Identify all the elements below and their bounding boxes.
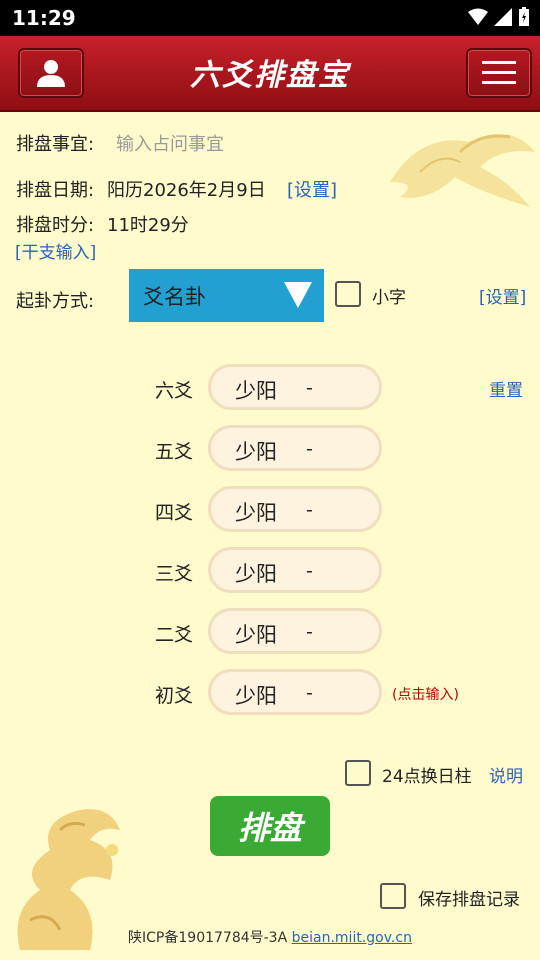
matter-input[interactable]: 输入占问事宜 — [116, 130, 224, 156]
main-content: 排盘事宜: 输入占问事宜 排盘日期: 阳历2026年2月9日 [设置] 排盘时分… — [0, 112, 540, 960]
yao-row: 五爻 少阳 - — [0, 423, 540, 475]
yao-value-field[interactable]: 少阳 - — [208, 608, 382, 654]
day-pillar-label: 24点换日柱 — [382, 767, 472, 787]
yao-value-field[interactable]: 少阳 - — [208, 425, 382, 471]
yao-value-field[interactable]: 少阳 - — [208, 669, 382, 715]
menu-button[interactable] — [466, 48, 532, 98]
yao-name: 三爻 — [155, 563, 194, 585]
yao-name: 二爻 — [155, 624, 194, 646]
yao-value: 少阳 — [235, 562, 277, 586]
icp-text: 陕ICP备19017784号-3A — [128, 930, 288, 946]
yao-value-field[interactable]: 少阳 - — [208, 364, 382, 410]
date-value: 阳历2026年2月9日 — [107, 180, 266, 201]
status-bar: 11:29 — [0, 0, 540, 36]
matter-label: 排盘事宜: — [16, 134, 95, 155]
paipan-button[interactable]: 排盘 — [210, 796, 330, 856]
method-settings-link[interactable]: [设置] — [479, 283, 526, 308]
yao-mark: - — [306, 560, 313, 582]
beian-link[interactable]: beian.miit.gov.cn — [292, 930, 412, 946]
phoenix-decoration-icon — [390, 134, 535, 207]
yao-mark: - — [306, 499, 313, 521]
yao-mark: - — [306, 682, 313, 704]
battery-icon — [519, 7, 529, 26]
yao-mark: - — [306, 377, 313, 399]
yao-value: 少阳 — [235, 684, 277, 708]
explain-link[interactable]: 说明 — [489, 762, 523, 787]
time-label: 排盘时分: — [16, 215, 95, 236]
yao-row: 六爻 少阳 - 重置 — [0, 362, 540, 414]
date-settings-link[interactable]: [设置] — [287, 176, 337, 202]
yao-value: 少阳 — [235, 623, 277, 647]
hamburger-menu-icon — [482, 61, 516, 84]
yao-row: 三爻 少阳 - — [0, 545, 540, 597]
small-text-label: 小字 — [372, 288, 406, 308]
yao-row: 四爻 少阳 - — [0, 484, 540, 536]
method-select[interactable]: 爻名卦 — [129, 269, 324, 322]
small-text-checkbox[interactable] — [335, 281, 361, 307]
signal-icon — [494, 8, 512, 26]
click-input-hint: (点击输入) — [392, 687, 459, 703]
reset-link[interactable]: 重置 — [489, 376, 523, 401]
yao-name: 五爻 — [155, 441, 194, 463]
status-icons — [468, 7, 530, 27]
day-pillar-checkbox[interactable] — [345, 760, 371, 786]
yao-mark: - — [306, 438, 313, 460]
yao-row: 初爻 少阳 - (点击输入) — [0, 667, 540, 719]
dropdown-arrow-icon — [284, 282, 312, 308]
yao-value: 少阳 — [235, 501, 277, 525]
ganzhi-input-link[interactable]: [干支输入] — [15, 238, 96, 263]
yao-value-field[interactable]: 少阳 - — [208, 486, 382, 532]
save-record-checkbox[interactable] — [380, 883, 406, 909]
yao-mark: - — [306, 621, 313, 643]
method-label: 起卦方式: — [16, 291, 95, 312]
wifi-icon — [468, 8, 488, 25]
yao-name: 四爻 — [155, 502, 194, 524]
method-select-value: 爻名卦 — [143, 284, 206, 309]
time-value: 11时29分 — [107, 215, 189, 236]
yao-value: 少阳 — [235, 440, 277, 464]
status-time: 11:29 — [12, 6, 76, 30]
date-label: 排盘日期: — [16, 180, 95, 201]
yao-name: 初爻 — [155, 685, 194, 707]
yao-value-field[interactable]: 少阳 - — [208, 547, 382, 593]
app-title: 六爻排盘宝 — [190, 58, 350, 93]
yao-value: 少阳 — [235, 379, 277, 403]
save-record-label: 保存排盘记录 — [418, 890, 520, 910]
yao-name: 六爻 — [155, 380, 194, 402]
footer: 陕ICP备19017784号-3A beian.miit.gov.cn — [0, 927, 540, 947]
app-header: 六爻排盘宝 — [0, 36, 540, 112]
yao-row: 二爻 少阳 - — [0, 606, 540, 658]
